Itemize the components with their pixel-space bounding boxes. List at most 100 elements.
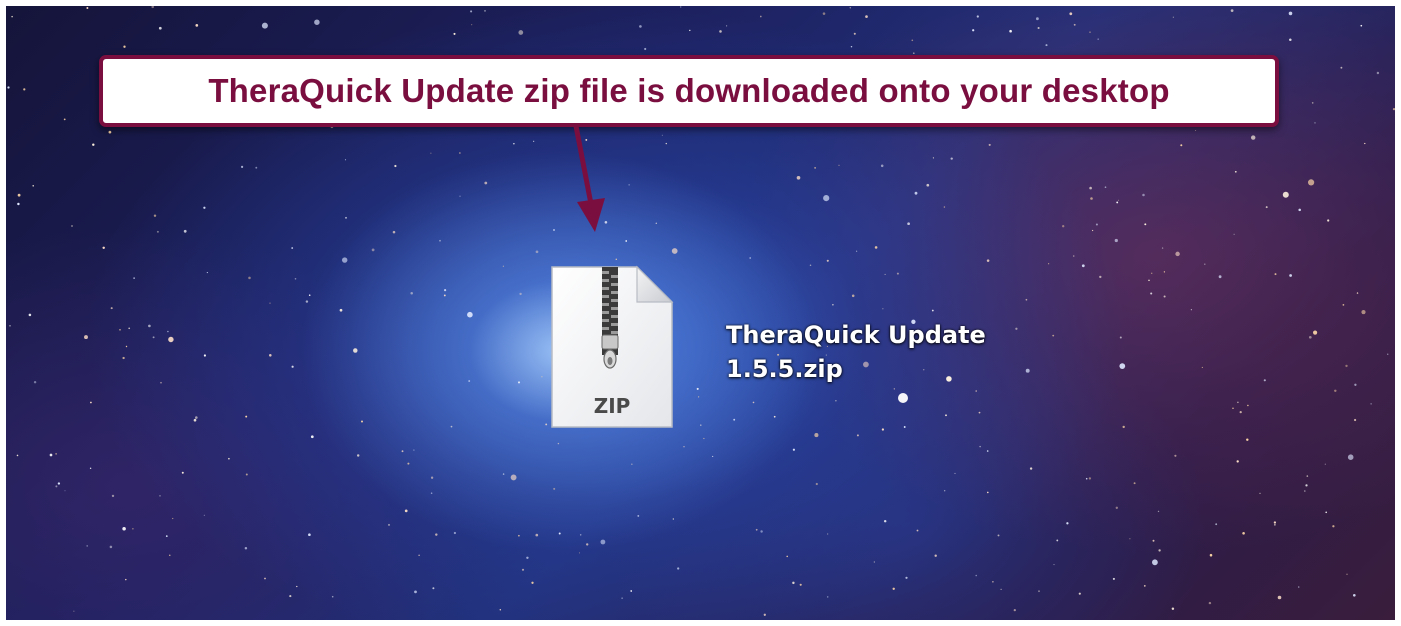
star [371, 248, 375, 252]
star [1376, 71, 1380, 75]
star [1072, 255, 1075, 257]
star [792, 448, 795, 451]
star [1148, 279, 1150, 282]
star [1174, 454, 1177, 457]
star [291, 247, 294, 249]
star [1090, 197, 1093, 200]
star [1361, 310, 1366, 315]
star [1230, 9, 1234, 12]
star [1066, 522, 1069, 525]
star [499, 609, 502, 611]
star [773, 415, 776, 418]
star [759, 15, 762, 18]
star [892, 587, 895, 590]
star [1097, 38, 1099, 40]
star [1352, 593, 1356, 597]
star [630, 590, 633, 592]
star [665, 142, 667, 145]
star [1204, 263, 1206, 265]
star [1353, 418, 1357, 422]
zip-file-name[interactable]: TheraQuick Update 1.5.5.zip [726, 318, 1046, 386]
star [1360, 24, 1363, 27]
star [453, 531, 457, 535]
star [896, 272, 899, 275]
star [122, 356, 125, 360]
star [64, 490, 66, 492]
star [1175, 251, 1180, 257]
star [1233, 233, 1235, 235]
star [1314, 122, 1316, 124]
star [851, 294, 855, 298]
star [1095, 223, 1098, 226]
star [1037, 26, 1040, 30]
star [786, 555, 788, 558]
star [414, 590, 417, 594]
callout-box: TheraQuick Update zip file is downloaded… [99, 55, 1279, 127]
star [1150, 292, 1153, 295]
star [826, 259, 829, 262]
star [586, 543, 589, 546]
star [526, 556, 529, 560]
star [796, 175, 801, 180]
star [1250, 135, 1256, 140]
star [972, 29, 975, 32]
star [1215, 523, 1218, 526]
star [193, 418, 197, 422]
star [822, 12, 826, 15]
star [827, 533, 829, 535]
star [71, 225, 73, 227]
star [459, 195, 461, 197]
star [153, 214, 157, 217]
star [535, 250, 539, 254]
star [683, 446, 685, 448]
star [672, 518, 674, 520]
star [430, 152, 432, 154]
star [296, 585, 298, 588]
star [553, 487, 556, 490]
zip-file-icon[interactable]: ZIP [542, 261, 682, 436]
star [625, 240, 628, 242]
star [203, 514, 205, 516]
star [849, 7, 852, 9]
star [1157, 510, 1160, 513]
star [1347, 454, 1354, 460]
star [975, 390, 978, 392]
star [32, 185, 34, 187]
star [1129, 538, 1131, 540]
star [1119, 363, 1126, 369]
star [1029, 467, 1033, 470]
star [165, 535, 168, 537]
callout-arrow-icon [573, 124, 605, 232]
zip-file-name-line1: TheraQuick Update [726, 321, 986, 349]
star [1304, 490, 1306, 492]
star [1116, 201, 1119, 204]
star [1088, 477, 1092, 480]
star [7, 86, 10, 89]
star [1161, 247, 1164, 249]
star [881, 428, 885, 431]
star [1246, 438, 1249, 441]
star [470, 10, 473, 13]
star [248, 276, 251, 280]
star [533, 140, 535, 142]
star [1036, 17, 1039, 21]
star [331, 595, 334, 598]
star [86, 545, 88, 547]
star [195, 24, 199, 27]
star [1364, 142, 1366, 145]
star [484, 10, 486, 12]
star [430, 492, 433, 494]
star [16, 454, 19, 457]
star [502, 265, 504, 267]
star [430, 476, 434, 479]
star [926, 183, 930, 187]
star [57, 482, 61, 485]
star [1195, 129, 1197, 132]
star [1163, 295, 1166, 298]
star [203, 354, 206, 357]
star [513, 143, 515, 145]
star [439, 239, 441, 242]
star [341, 257, 348, 263]
star [712, 455, 714, 457]
star [1209, 553, 1213, 557]
